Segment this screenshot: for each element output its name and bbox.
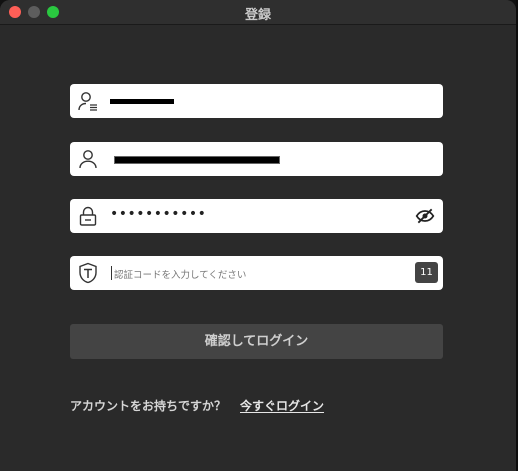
- password-value: •••••••••••: [110, 206, 207, 222]
- redacted-name: [114, 156, 280, 164]
- user-card-icon: [78, 92, 97, 111]
- resend-countdown-button[interactable]: 11: [415, 262, 438, 283]
- window-title: 登録: [244, 8, 271, 23]
- lock-icon: [79, 206, 97, 226]
- redacted-username: [110, 99, 174, 104]
- verification-code-field[interactable]: 認証コードを入力してください 11: [70, 256, 443, 290]
- eye-hidden-icon[interactable]: [415, 206, 435, 226]
- confirm-login-button[interactable]: 確認してログイン: [70, 324, 443, 359]
- verification-code-placeholder: 認証コードを入力してください: [114, 270, 247, 281]
- text-cursor: [111, 266, 112, 280]
- login-now-link[interactable]: 今すぐログイン: [240, 397, 324, 414]
- name-field[interactable]: [70, 142, 443, 176]
- username-field[interactable]: [70, 84, 443, 118]
- user-icon: [79, 150, 97, 169]
- title-bar: 登録: [0, 0, 516, 25]
- t-shield-icon: [79, 262, 97, 284]
- login-window: 登録 ••••••••••• 認証コードを入力してください 11 確認してログイ…: [0, 0, 516, 471]
- password-field[interactable]: •••••••••••: [70, 199, 443, 233]
- account-prompt-text: アカウントをお持ちですか？: [70, 399, 227, 413]
